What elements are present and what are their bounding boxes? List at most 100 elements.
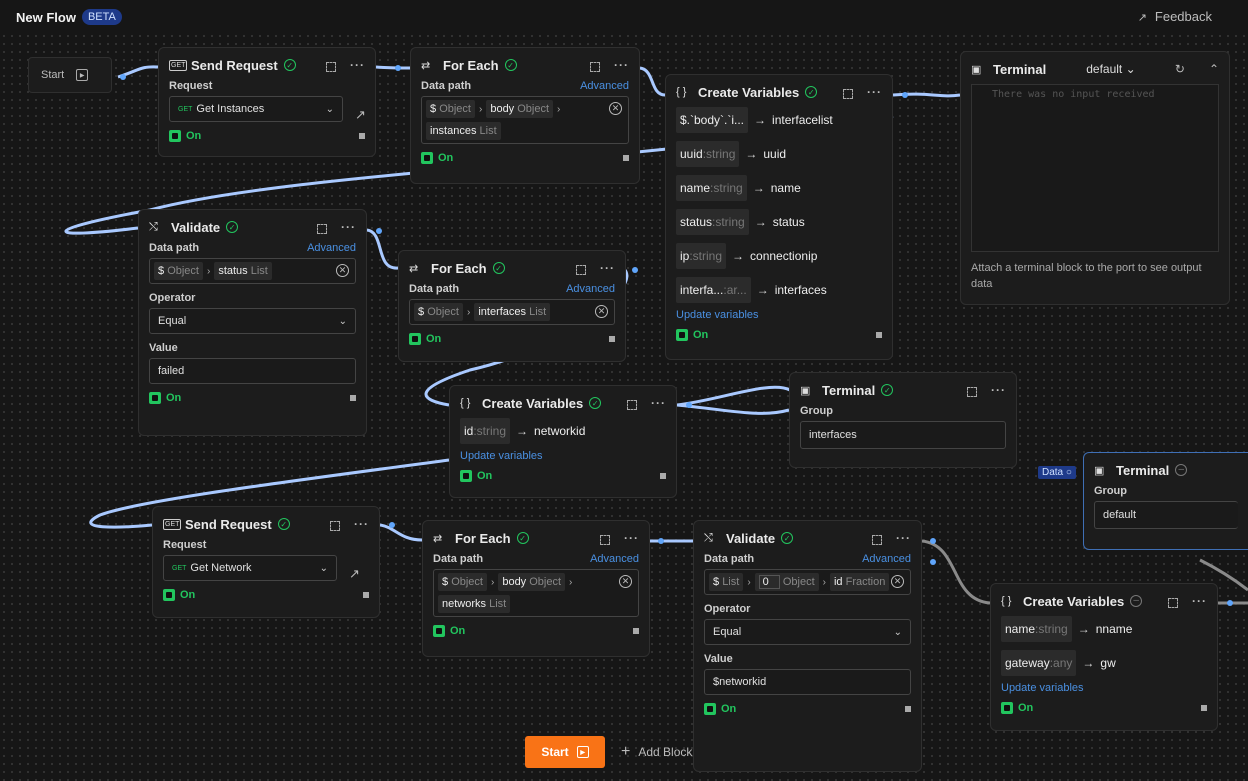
variable-row[interactable]: id:string → networkid bbox=[460, 418, 666, 444]
variable-row[interactable]: uuid:string → uuid bbox=[676, 141, 882, 167]
advanced-link[interactable]: Advanced bbox=[580, 80, 629, 92]
clear-icon[interactable]: ✕ bbox=[891, 575, 904, 588]
for-each-node-3[interactable]: ⇄ For Each ✓ ··· Data path Advanced $ Obj… bbox=[422, 520, 650, 657]
expand-icon[interactable] bbox=[627, 400, 637, 410]
clear-icon[interactable]: ✕ bbox=[595, 305, 608, 318]
path-chip[interactable]: interfaces List bbox=[474, 303, 551, 321]
refresh-icon[interactable]: ↻ bbox=[1175, 62, 1185, 76]
output-port[interactable] bbox=[930, 559, 936, 565]
path-chip[interactable]: body Object bbox=[486, 100, 554, 118]
more-options-icon[interactable]: ··· bbox=[600, 261, 615, 275]
operator-select[interactable]: Equal ⌄ bbox=[149, 308, 356, 334]
resize-handle[interactable] bbox=[905, 706, 911, 712]
path-chip[interactable]: networks List bbox=[438, 595, 511, 613]
enabled-toggle[interactable] bbox=[421, 152, 433, 164]
variable-row[interactable]: status:string → status bbox=[676, 209, 882, 235]
output-port[interactable] bbox=[686, 402, 692, 408]
expand-icon[interactable] bbox=[843, 89, 853, 99]
resize-handle[interactable] bbox=[876, 332, 882, 338]
enabled-toggle[interactable] bbox=[149, 392, 161, 404]
validate-node-1[interactable]: ⤭ Validate ✓ ··· Data path Advanced $ Obj… bbox=[138, 209, 367, 436]
create-variables-node-1[interactable]: { } Create Variables ✓ ··· $.`body`.`i..… bbox=[665, 74, 893, 360]
data-path-input[interactable]: $ Object › status List ✕ bbox=[149, 258, 356, 284]
output-port[interactable] bbox=[1227, 600, 1233, 606]
start-button[interactable]: Start ▶ bbox=[525, 736, 605, 768]
advanced-link[interactable]: Advanced bbox=[590, 553, 639, 565]
more-options-icon[interactable]: ··· bbox=[1192, 594, 1207, 608]
enabled-toggle[interactable] bbox=[1001, 702, 1013, 714]
variable-row[interactable]: $.`body`.`i... → interfacelist bbox=[676, 107, 882, 133]
data-path-input[interactable]: $ Object › body Object › networks List ✕ bbox=[433, 569, 639, 617]
variable-row[interactable]: name:string → nname bbox=[1001, 616, 1207, 642]
output-port[interactable] bbox=[930, 538, 936, 544]
path-chip[interactable]: $ Object bbox=[414, 303, 463, 321]
advanced-link[interactable]: Advanced bbox=[566, 283, 615, 295]
path-chip[interactable]: $ List bbox=[709, 573, 744, 591]
enabled-toggle[interactable] bbox=[433, 625, 445, 637]
open-external-icon[interactable]: ↗ bbox=[355, 107, 366, 123]
expand-icon[interactable] bbox=[330, 521, 340, 531]
create-variables-node-2[interactable]: { } Create Variables ✓ ··· id:string → net… bbox=[449, 385, 677, 498]
resize-handle[interactable] bbox=[660, 473, 666, 479]
variable-row[interactable]: interfa...:ar... → interfaces bbox=[676, 277, 882, 303]
value-input[interactable]: $networkid bbox=[704, 669, 911, 695]
path-chip[interactable]: id Fraction bbox=[829, 573, 890, 591]
open-external-icon[interactable]: ↗ bbox=[349, 566, 360, 582]
more-options-icon[interactable]: ··· bbox=[991, 383, 1006, 397]
group-input[interactable]: default bbox=[1094, 501, 1238, 529]
path-chip[interactable]: instances List bbox=[426, 122, 501, 140]
variable-row[interactable]: name:string → name bbox=[676, 175, 882, 201]
update-variables-link[interactable]: Update variables bbox=[1001, 682, 1207, 694]
operator-select[interactable]: Equal ⌄ bbox=[704, 619, 911, 645]
output-port[interactable] bbox=[902, 92, 908, 98]
play-icon[interactable]: ▶ bbox=[76, 69, 89, 81]
expand-icon[interactable] bbox=[576, 265, 586, 275]
resize-handle[interactable] bbox=[359, 133, 365, 139]
data-path-input[interactable]: $ Object › interfaces List ✕ bbox=[409, 299, 615, 325]
output-port[interactable] bbox=[376, 228, 382, 234]
expand-icon[interactable] bbox=[967, 387, 977, 397]
for-each-node-1[interactable]: ⇄ For Each ✓ ··· Data path Advanced $ Obj… bbox=[410, 47, 640, 184]
for-each-node-2[interactable]: ⇄ For Each ✓ ··· Data path Advanced $ Obj… bbox=[398, 250, 626, 362]
path-chip[interactable]: $ Object bbox=[154, 262, 203, 280]
request-select[interactable]: GET Get Network ⌄ bbox=[163, 555, 337, 581]
output-port[interactable] bbox=[120, 74, 126, 80]
resize-handle[interactable] bbox=[363, 592, 369, 598]
path-chip[interactable]: body Object bbox=[498, 573, 566, 591]
validate-node-2[interactable]: ⤭ Validate ✓ ··· Data path Advanced $ Lis… bbox=[693, 520, 922, 772]
more-options-icon[interactable]: ··· bbox=[896, 531, 911, 545]
path-chip[interactable]: $ Object bbox=[438, 573, 487, 591]
enabled-toggle[interactable] bbox=[460, 470, 472, 482]
enabled-toggle[interactable] bbox=[676, 329, 688, 341]
more-options-icon[interactable]: ··· bbox=[350, 58, 365, 72]
variable-row[interactable]: ip:string → connectionip bbox=[676, 243, 882, 269]
clear-icon[interactable]: ✕ bbox=[609, 102, 622, 115]
send-request-node-1[interactable]: GET Send Request ✓ ··· Request GET Get I… bbox=[158, 47, 376, 157]
resize-handle[interactable] bbox=[1201, 705, 1207, 711]
output-port[interactable] bbox=[395, 65, 401, 71]
output-port[interactable] bbox=[632, 267, 638, 273]
output-port[interactable] bbox=[658, 538, 664, 544]
expand-icon[interactable] bbox=[590, 62, 600, 72]
clear-icon[interactable]: ✕ bbox=[619, 575, 632, 588]
more-options-icon[interactable]: ··· bbox=[651, 396, 666, 410]
more-options-icon[interactable]: ··· bbox=[354, 517, 369, 531]
group-select[interactable]: default ⌄ bbox=[1086, 62, 1135, 76]
expand-icon[interactable] bbox=[317, 224, 327, 234]
add-block-button[interactable]: + Add Block bbox=[621, 743, 692, 761]
more-options-icon[interactable]: ··· bbox=[624, 531, 639, 545]
enabled-toggle[interactable] bbox=[163, 589, 175, 601]
advanced-link[interactable]: Advanced bbox=[862, 553, 911, 565]
path-chip[interactable]: 0 Object bbox=[754, 573, 819, 591]
terminal-node-2[interactable]: ▣ Terminal ✓ ··· Group interfaces bbox=[789, 372, 1017, 468]
clear-icon[interactable]: ✕ bbox=[336, 264, 349, 277]
more-options-icon[interactable]: ··· bbox=[867, 85, 882, 99]
enabled-toggle[interactable] bbox=[169, 130, 181, 142]
feedback-button[interactable]: ↗ Feedback bbox=[1138, 9, 1212, 24]
path-chip[interactable]: $ Object bbox=[426, 100, 475, 118]
resize-handle[interactable] bbox=[633, 628, 639, 634]
enabled-toggle[interactable] bbox=[409, 333, 421, 345]
path-chip[interactable]: status List bbox=[214, 262, 272, 280]
expand-icon[interactable] bbox=[600, 535, 610, 545]
expand-icon[interactable] bbox=[1168, 598, 1178, 608]
